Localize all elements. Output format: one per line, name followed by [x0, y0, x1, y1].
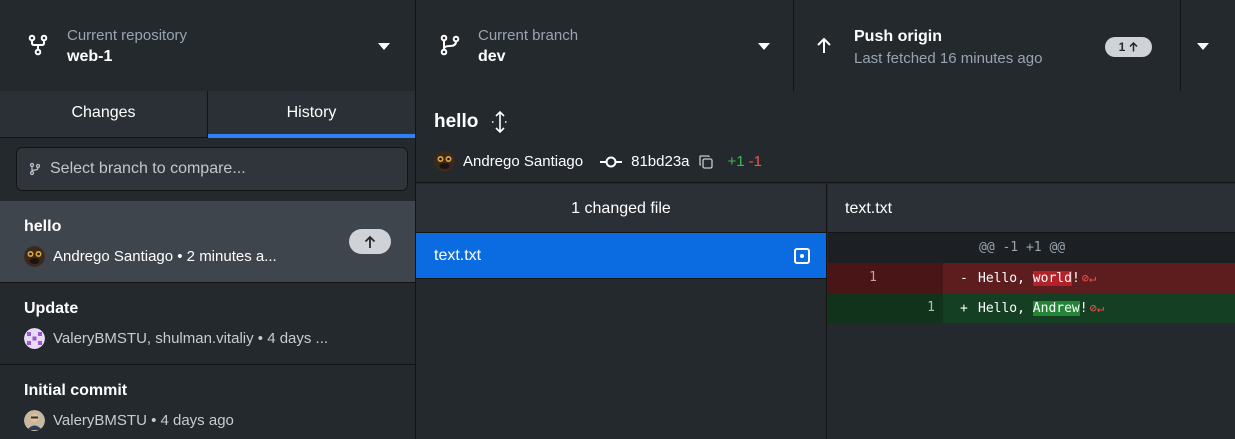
no-newline-icon: ⊘↵: [1089, 301, 1105, 315]
old-line-number: [828, 233, 885, 263]
diff-line-code: - Hello, world! ⊘↵: [943, 263, 1235, 293]
new-line-number: [885, 233, 943, 263]
new-line-number: [885, 263, 943, 293]
changed-word: world: [1032, 271, 1072, 286]
push-label: Push origin: [854, 28, 942, 45]
commit-title: Update: [24, 300, 79, 317]
branch-icon: [29, 162, 41, 176]
diff-sign: +: [960, 301, 968, 316]
commit-meta: ValeryBMSTU • 4 days ago: [24, 410, 394, 431]
compare-branch-input[interactable]: Select branch to compare...: [16, 147, 408, 191]
commit-title: Initial commit: [24, 382, 128, 399]
deletions-count: -1: [748, 153, 762, 170]
avatar: [24, 246, 45, 267]
commit-title: hello: [24, 218, 62, 235]
push-options-caret-icon[interactable]: [1197, 43, 1209, 50]
changed-files-panel: 1 changed file text.txt: [416, 184, 827, 439]
branch-icon: [440, 34, 460, 56]
commit-list: hello Andrego Santiago • 2 minutes a... …: [0, 201, 415, 439]
branch-name: dev: [478, 48, 506, 65]
current-repository-button[interactable]: Current repository web-1: [0, 0, 416, 91]
diff-line-added[interactable]: 1 + Hello, Andrew! ⊘↵: [828, 293, 1235, 323]
modified-status-icon: [794, 248, 810, 264]
commit-icon: [600, 156, 623, 167]
diff-line-code: + Hello, Andrew! ⊘↵: [943, 293, 1235, 323]
tab-changes[interactable]: Changes: [0, 91, 207, 137]
no-newline-icon: ⊘↵: [1081, 271, 1097, 285]
changed-word: Andrew: [1032, 301, 1080, 316]
commit-summary-title: hello: [434, 111, 510, 133]
old-line-number: 1: [828, 263, 885, 293]
hunk-text: @@ -1 +1 @@: [979, 240, 1066, 255]
commit-message: hello: [434, 111, 479, 132]
caret-down-icon: [378, 43, 390, 50]
diff-sign: -: [960, 271, 968, 286]
commit-author-time: ValeryBMSTU • 4 days ago: [53, 412, 234, 429]
code-text: !: [1079, 301, 1088, 316]
commit-item[interactable]: hello Andrego Santiago • 2 minutes a...: [0, 201, 415, 283]
commit-item[interactable]: Update ValeryBMSTU, shulman.vitaliy • 4 …: [0, 283, 415, 365]
current-branch-button[interactable]: Current branch dev: [416, 0, 794, 91]
push-origin-button[interactable]: Push origin Last fetched 16 minutes ago …: [794, 0, 1235, 91]
code-text: Hello,: [978, 271, 1033, 286]
unpushed-count-badge: 1: [1105, 37, 1152, 57]
commit-summary: hello Andrego Santiago 81bd23a +1 -1: [416, 91, 1235, 183]
code-text: Hello,: [978, 301, 1033, 316]
divider: [1180, 0, 1181, 91]
commit-author-time: ValeryBMSTU, shulman.vitaliy • 4 days ..…: [53, 330, 329, 347]
arrow-up-icon: [817, 37, 831, 53]
commit-item[interactable]: Initial commit ValeryBMSTU • 4 days ago: [0, 365, 415, 439]
tab-bar: Changes History: [0, 91, 415, 138]
commit-meta: Andrego Santiago • 2 minutes a...: [24, 246, 394, 267]
last-fetched-text: Last fetched 16 minutes ago: [854, 50, 1043, 67]
additions-count: +1: [727, 153, 745, 170]
branch-label: Current branch: [478, 27, 579, 44]
old-line-number: [828, 293, 885, 323]
code-text: !: [1071, 271, 1080, 286]
file-name: text.txt: [434, 246, 482, 264]
repo-name: web-1: [67, 48, 113, 65]
compare-placeholder: Select branch to compare...: [50, 160, 246, 177]
badge-count: 1: [1118, 40, 1126, 54]
commit-summary-meta: Andrego Santiago 81bd23a +1 -1: [434, 151, 762, 172]
avatar: [24, 328, 45, 349]
arrow-up-icon: [1129, 42, 1138, 52]
commit-meta: ValeryBMSTU, shulman.vitaliy • 4 days ..…: [24, 328, 394, 349]
diff-hunk-header: @@ -1 +1 @@: [828, 233, 1235, 263]
caret-down-icon: [758, 43, 770, 50]
commit-author-time: Andrego Santiago • 2 minutes a...: [53, 248, 277, 265]
sidebar: Changes History Select branch to compare…: [0, 91, 416, 439]
diff-file-header: text.txt: [828, 184, 1235, 233]
toolbar: Current repository web-1 Current branch …: [0, 0, 1235, 91]
copy-icon[interactable]: [698, 154, 714, 170]
file-item[interactable]: text.txt: [416, 233, 826, 279]
expand-icon[interactable]: [490, 111, 510, 133]
commit-author: Andrego Santiago: [463, 153, 584, 170]
commit-sha: 81bd23a: [631, 153, 690, 170]
arrow-up-icon: [364, 235, 376, 248]
diff-line-removed[interactable]: 1 - Hello, world! ⊘↵: [828, 263, 1235, 293]
diff-panel: text.txt @@ -1 +1 @@ 1 - Hello, world! ⊘↵ …: [828, 184, 1235, 439]
avatar: [434, 151, 455, 172]
repo-label: Current repository: [67, 27, 188, 44]
repo-icon: [28, 34, 48, 56]
changed-files-header: 1 changed file: [416, 184, 826, 233]
avatar: [24, 410, 45, 431]
tab-history[interactable]: History: [207, 91, 415, 138]
new-line-number: 1: [885, 293, 943, 323]
unpushed-indicator: [349, 229, 391, 254]
